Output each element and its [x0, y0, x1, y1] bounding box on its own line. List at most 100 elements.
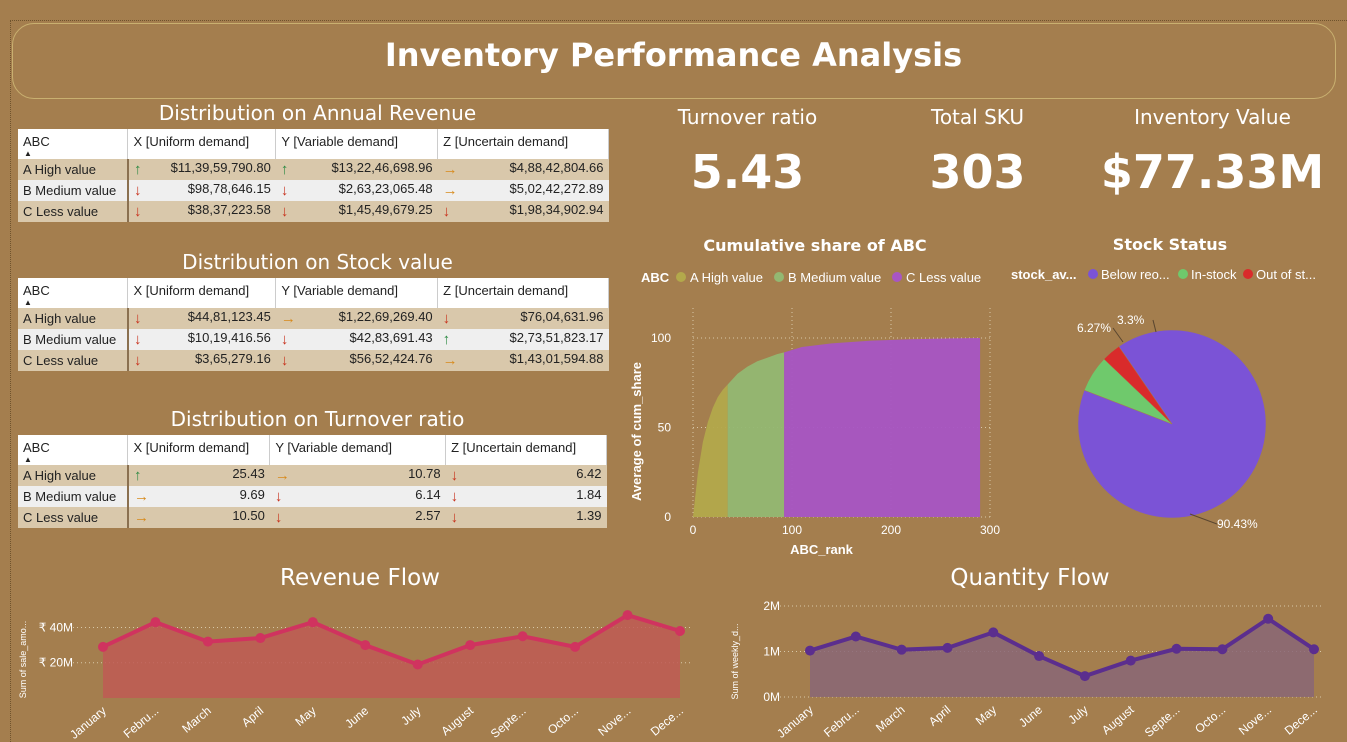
legend-item: Below reo... [1101, 267, 1170, 282]
cell-value: $76,04,631.96 [520, 309, 604, 324]
x-tick-label: May [973, 703, 999, 728]
column-header[interactable]: Z [Uncertain demand] [437, 129, 609, 159]
row-header: A High value [18, 159, 129, 180]
data-point [675, 625, 685, 636]
area-series-2 [784, 338, 981, 517]
y-tick-label: 2M [763, 599, 780, 613]
matrix-stock-value[interactable]: ABC ▲ X [Uniform demand] Y [Variable demand… [18, 278, 609, 371]
table-cell: ↓ 6.14 [270, 486, 446, 507]
x-tick-label: July [1065, 703, 1090, 727]
leader-line [1112, 327, 1124, 343]
sort-ascending-icon[interactable]: ▲ [24, 298, 32, 307]
column-header-abc[interactable]: ABC ▲ [18, 278, 129, 308]
kpi-inventory-value: $77.33M [1100, 145, 1325, 199]
table-row[interactable]: C Less value ↓ $38,37,223.58 ↓ $1,45,49,679.… [18, 201, 609, 222]
area-series-1 [727, 352, 785, 517]
cell-value: $10,19,416.56 [187, 330, 271, 345]
table-cell: ↓ $1,98,34,902.94 [438, 201, 609, 222]
y-tick-label: 1M [763, 645, 780, 659]
sort-ascending-icon[interactable]: ▲ [24, 455, 32, 464]
matrix-turnover-ratio[interactable]: ABC ▲ X [Uniform demand] Y [Variable demand… [18, 435, 607, 528]
quantity-flow-title: Quantity Flow [950, 565, 1110, 591]
kpi-turnover-value: 5.43 [690, 145, 805, 199]
cell-value: $5,02,42,272.89 [509, 181, 604, 196]
arrow-down-icon: ↓ [442, 310, 451, 327]
arrow-down-icon: ↓ [133, 182, 142, 199]
arrow-down-icon: ↓ [280, 182, 289, 199]
cell-value: $98,78,646.15 [187, 181, 271, 196]
table-cell: ↓ $38,37,223.58 [128, 201, 276, 222]
data-point [150, 617, 161, 628]
column-header[interactable]: X [Uniform demand] [127, 129, 277, 159]
arrow-down-icon: ↓ [280, 331, 289, 348]
x-tick-label: Febru... [821, 703, 862, 740]
row-header: B Medium value [18, 329, 129, 350]
data-point [1263, 613, 1274, 624]
column-header-abc[interactable]: ABC ▲ [18, 435, 129, 465]
arrow-side-icon: → [442, 182, 458, 199]
cell-value: 10.50 [232, 508, 265, 523]
table-cell: ↓ 1.84 [446, 486, 607, 507]
column-header[interactable]: X [Uniform demand] [127, 278, 277, 308]
column-header[interactable]: Z [Uncertain demand] [437, 278, 609, 308]
column-header-abc[interactable]: ABC ▲ [18, 129, 129, 159]
table-row[interactable]: B Medium value ↓ $98,78,646.15 ↓ $2,63,23,06… [18, 180, 609, 201]
column-header-label: Z [Uncertain demand] [451, 440, 577, 455]
table-row[interactable]: B Medium value ↓ $10,19,416.56 ↓ $42,83,691.… [18, 329, 609, 350]
kpi-sku-label: Total SKU [931, 105, 1024, 129]
cell-value: 2.57 [415, 508, 441, 523]
x-tick-label: August [1099, 702, 1137, 737]
data-point [255, 633, 266, 644]
arrow-down-icon: ↓ [133, 203, 142, 220]
table-cell: ↓ $76,04,631.96 [438, 308, 609, 329]
legend-item: A High value [690, 270, 763, 285]
page-title: Inventory Performance Analysis [384, 36, 963, 74]
y-axis-label: Sum of weekly_d... [730, 623, 740, 699]
data-point [412, 659, 423, 670]
table-row[interactable]: A High value ↑ $11,39,59,790.80 ↑ $13,22,46,… [18, 159, 609, 180]
arrow-down-icon: ↓ [280, 203, 289, 220]
cell-value: $1,98,34,902.94 [509, 202, 604, 217]
table-row[interactable]: A High value ↑ 25.43 → 10.78 ↓ 6.42 [18, 465, 607, 486]
pie-chart-title: Stock Status [1112, 235, 1228, 254]
column-header-label: ABC [23, 134, 50, 149]
column-header[interactable]: Y [Variable demand] [275, 278, 439, 308]
data-point [1217, 644, 1228, 655]
cell-value: $38,37,223.58 [187, 202, 271, 217]
data-point [1309, 644, 1319, 655]
column-header[interactable]: Y [Variable demand] [275, 129, 439, 159]
quantity-flow-chart[interactable]: 0M 1M 2M January Febru... March April May June Ju… [725, 596, 1335, 742]
arrow-side-icon: → [280, 310, 296, 327]
table-row[interactable]: B Medium value → 9.69 ↓ 6.14 ↓ 1.84 [18, 486, 607, 507]
legend-marker [676, 272, 686, 282]
table-row[interactable]: C Less value ↓ $3,65,279.16 ↓ $56,52,424.76 →… [18, 350, 609, 371]
table-cell: ↑ $11,39,59,790.80 [128, 159, 276, 180]
cell-value: $13,22,46,698.96 [331, 160, 433, 175]
x-tick-label: Septe... [488, 704, 529, 741]
area-series-0 [693, 384, 728, 517]
column-header[interactable]: Y [Variable demand] [269, 435, 447, 465]
data-point [622, 610, 633, 621]
x-tick-label: 0 [690, 523, 697, 537]
cumulative-share-chart[interactable]: ABC A High value B Medium value C Less valu… [625, 260, 1005, 560]
table-row[interactable]: A High value ↓ $44,81,123.45 → $1,22,69,269.… [18, 308, 609, 329]
arrow-down-icon: ↓ [133, 331, 142, 348]
table-cell: ↓ 1.39 [446, 507, 607, 528]
legend-marker [1243, 269, 1253, 279]
column-header-label: ABC [23, 440, 50, 455]
y-axis-label: Sum of sale_amo... [18, 621, 28, 699]
x-tick-label: April [926, 703, 953, 729]
matrix-annual-revenue[interactable]: ABC ▲ X [Uniform demand] Y [Variable demand… [18, 129, 609, 222]
x-tick-label: January [67, 704, 109, 742]
y-tick-label: 0 [664, 510, 671, 524]
column-header-label: Z [Uncertain demand] [443, 134, 569, 149]
column-header[interactable]: X [Uniform demand] [127, 435, 271, 465]
column-header[interactable]: Z [Uncertain demand] [445, 435, 607, 465]
sort-ascending-icon[interactable]: ▲ [24, 149, 32, 158]
stock-status-pie[interactable]: stock_av... Below reo... In-stock Out of st… [1005, 262, 1340, 542]
data-point [360, 640, 371, 651]
revenue-flow-chart[interactable]: ₹ 20M ₹ 40M January Febru... March April May Ju… [12, 596, 712, 742]
x-tick-label: Octo... [545, 704, 581, 737]
table-cell: ↑ $2,73,51,823.17 [438, 329, 609, 350]
table-row[interactable]: C Less value → 10.50 ↓ 2.57 ↓ 1.39 [18, 507, 607, 528]
